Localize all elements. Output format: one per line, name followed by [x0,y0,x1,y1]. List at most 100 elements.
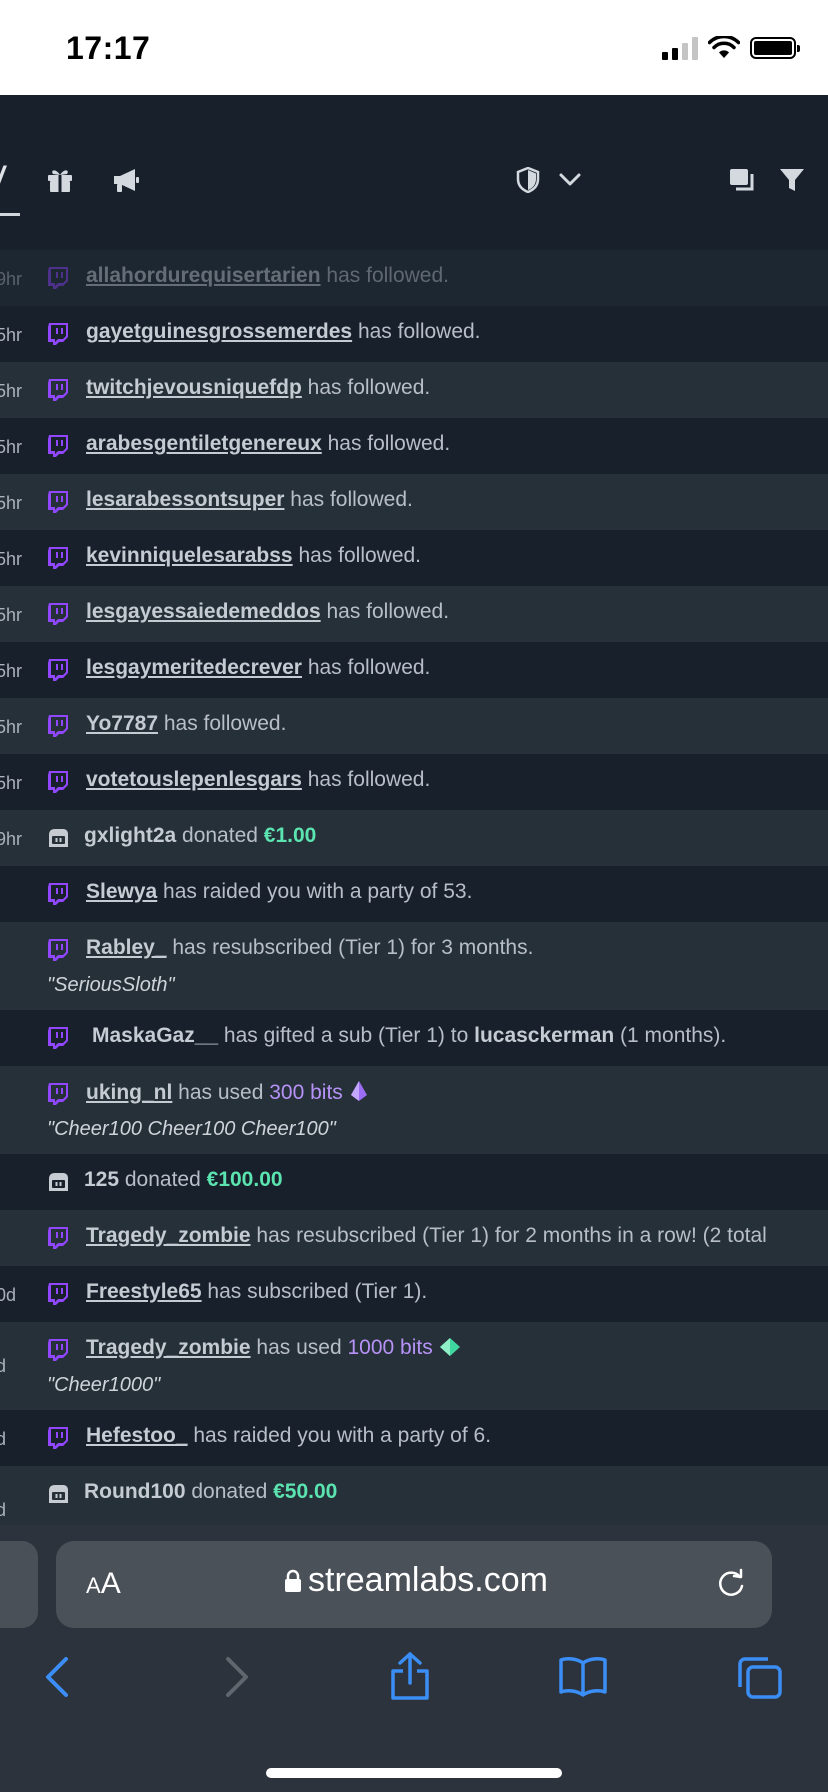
address-bar[interactable]: AA streamlabs.com [56,1541,772,1628]
donation-amount: €50.00 [273,1480,338,1503]
event-time: 5hr [0,437,23,457]
back-arrow-icon[interactable] [42,1655,72,1699]
event-text: gayetguinesgrossemerdes has followed. [86,320,481,343]
username-link[interactable]: kevinniquelesarabss [86,544,293,567]
event-time: 9hr [0,829,23,849]
list-item[interactable]: d Hefestoo_ has raided you with a party … [0,1410,828,1466]
forward-arrow-icon[interactable] [222,1655,252,1699]
list-item[interactable]: l Rabley_ has resubscribed (Tier 1) for … [0,922,828,1010]
list-item[interactable]: 9hr allahordurequisertarien has followed… [0,250,828,306]
list-item[interactable]: 5hr lesarabessontsuper has followed. [0,474,828,530]
username-link[interactable]: twitchjevousniquefdp [86,376,302,399]
event-text: Slewya has raided you with a party of 53… [86,880,473,903]
event-text: votetouslepenlesgars has followed. [86,768,431,791]
username-link[interactable]: lesgaymeritedecrever [86,656,302,679]
event-list: 9hr allahordurequisertarien has followed… [0,250,828,1525]
username-link[interactable]: arabesgentiletgenereux [86,432,322,455]
event-time: d [0,1429,7,1449]
twitch-icon [48,1339,68,1361]
username-link[interactable]: allahordurequisertarien [86,264,321,287]
username-link[interactable]: Slewya [86,880,157,903]
twitch-icon [48,883,68,905]
username-link[interactable]: Hefestoo_ [86,1424,188,1447]
username-link[interactable]: uking_nl [86,1081,172,1104]
chevron-down-icon[interactable] [554,164,586,196]
url-text: streamlabs.com [308,1561,548,1599]
list-item[interactable]: 9hr gxlight2a donated €1.00 [0,810,828,866]
list-item[interactable]: 5hr lesgayessaiedemeddos has followed. [0,586,828,642]
event-text: kevinniquelesarabss has followed. [86,544,422,567]
event-time: 5hr [0,493,23,513]
filter-icon[interactable] [776,164,808,196]
status-bar: 17:17 [0,0,828,95]
bits-amount: 1000 bits [347,1336,433,1359]
list-item[interactable]: 5hr arabesgentiletgenereux has followed. [0,418,828,474]
event-text: 125 donated €100.00 [84,1168,283,1191]
megaphone-icon[interactable] [110,164,142,196]
twitch-icon [48,939,68,961]
gift-icon[interactable] [44,164,76,196]
previous-tab-preview[interactable] [0,1541,38,1628]
event-time: 5hr [0,325,23,345]
list-item[interactable]: 5hr lesgaymeritedecrever has followed. [0,642,828,698]
copy-windows-icon[interactable] [726,164,758,196]
activity-feed-toolbar: / [0,95,828,217]
list-item[interactable]: 5hr kevinniquelesarabss has followed. [0,530,828,586]
list-item[interactable]: l Slewya has raided you with a party of … [0,866,828,922]
username-link[interactable]: gayetguinesgrossemerdes [86,320,352,343]
list-item[interactable]: d Tragedy_zombie has used 1000 bits "Che… [0,1322,828,1410]
reload-icon[interactable] [714,1567,748,1601]
event-time: d [0,1356,7,1376]
username-link[interactable]: lesarabessontsuper [86,488,284,511]
list-item[interactable]: 0d Freestyle65 has subscribed (Tier 1). [0,1266,828,1322]
username-link[interactable]: Rabley_ [86,936,167,959]
event-text: lesgayessaiedemeddos has followed. [86,600,450,623]
cellular-signal-icon [662,36,698,60]
event-text: Freestyle65 has subscribed (Tier 1). [86,1280,428,1303]
list-top-spacer [0,216,828,250]
event-text: Yo7787 has followed. [86,712,287,735]
event-text: arabesgentiletgenereux has followed. [86,432,451,455]
donation-amount: €1.00 [263,824,317,847]
tabs-icon[interactable] [736,1655,784,1701]
event-text: uking_nl has used 300 bits [86,1080,369,1105]
twitch-icon [48,379,68,401]
streamlabs-icon [49,1485,68,1503]
list-item[interactable]: l MaskaGaz__ has gifted a sub (Tier 1) t… [0,1010,828,1066]
share-icon[interactable] [388,1651,432,1701]
list-item[interactable]: 5hr votetouslepenlesgars has followed. [0,754,828,810]
bookmarks-icon[interactable] [558,1655,608,1697]
event-text: MaskaGaz__ has gifted a sub (Tier 1) to … [92,1024,727,1047]
list-item[interactable]: l uking_nl has used 300 bits "Cheer100 C… [0,1066,828,1154]
lock-icon [285,1569,301,1592]
username-link[interactable]: Tragedy_zombie [86,1336,251,1359]
event-time: 0d [0,1285,17,1305]
event-time: 5hr [0,661,23,681]
list-item[interactable]: l Tragedy_zombie has resubscribed (Tier … [0,1210,828,1266]
list-item[interactable]: 5hr Yo7787 has followed. [0,698,828,754]
reader-text-size-button[interactable]: AA [86,1567,121,1601]
username-link[interactable]: Tragedy_zombie [86,1224,251,1247]
donor-name: gxlight2a [84,824,177,847]
streamlabs-icon [49,829,68,847]
gift-recipient: lucasckerman [474,1024,615,1047]
username-link[interactable]: lesgayessaiedemeddos [86,600,321,623]
twitch-icon [48,435,68,457]
list-item[interactable]: 5hr gayetguinesgrossemerdes has followed… [0,306,828,362]
twitch-icon [48,659,68,681]
shield-icon[interactable] [512,164,544,196]
list-item[interactable]: l 125 donated €100.00 [0,1154,828,1210]
username-link[interactable]: votetouslepenlesgars [86,768,302,791]
url-display[interactable]: streamlabs.com [284,1561,548,1600]
event-time: 5hr [0,773,23,793]
username-link[interactable]: Yo7787 [86,712,158,735]
twitch-icon [48,1227,68,1249]
list-item[interactable]: d Round100 donated €50.00 [0,1466,828,1525]
event-message: "Cheer100 Cheer100 Cheer100" [47,1118,336,1140]
username-link[interactable]: Freestyle65 [86,1280,202,1303]
streamlabs-icon [49,1173,68,1191]
twitch-icon [48,1027,68,1049]
list-item[interactable]: 5hr twitchjevousniquefdp has followed. [0,362,828,418]
event-text: twitchjevousniquefdp has followed. [86,376,431,399]
tab-all-events[interactable]: / [0,161,4,195]
